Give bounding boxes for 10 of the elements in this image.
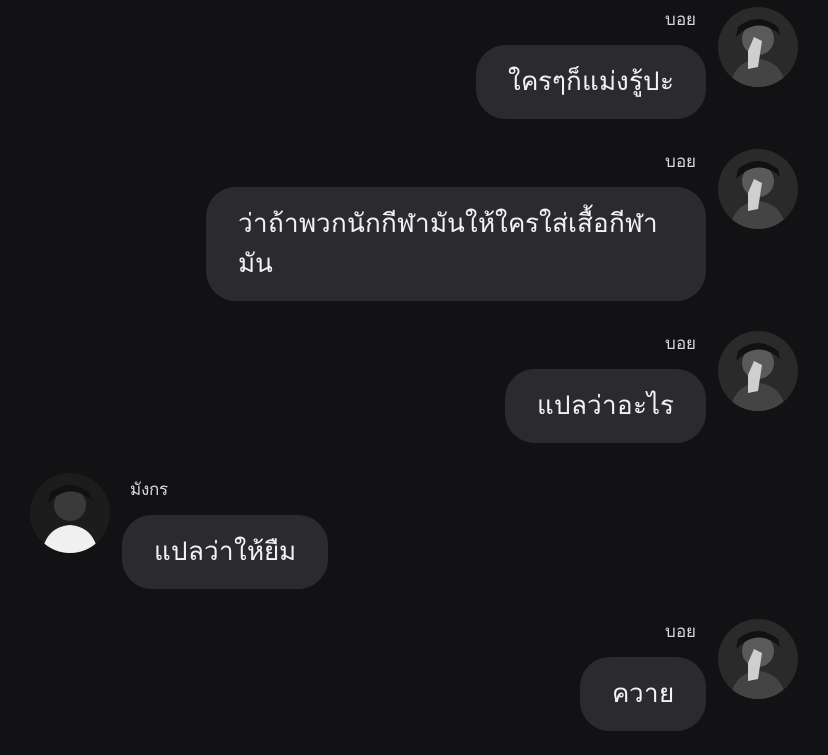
message-bubble: ใครๆก็แม่งรู้ปะ <box>476 45 706 119</box>
message-bubble: ควาย <box>580 657 706 731</box>
message-bubble: แปลว่าให้ยืม <box>122 515 328 589</box>
sender-name: มังกร <box>130 479 168 502</box>
message-bubble: ว่าถ้าพวกนักกีฬามันให้ใครใส่เสื้อกีฬามัน <box>206 187 706 301</box>
sender-name: บอย <box>665 151 696 174</box>
sender-name: บอย <box>665 333 696 356</box>
sender-name: บอย <box>665 621 696 644</box>
message-bubble: แปลว่าอะไร <box>505 369 706 443</box>
sender-name: บอย <box>665 9 696 32</box>
